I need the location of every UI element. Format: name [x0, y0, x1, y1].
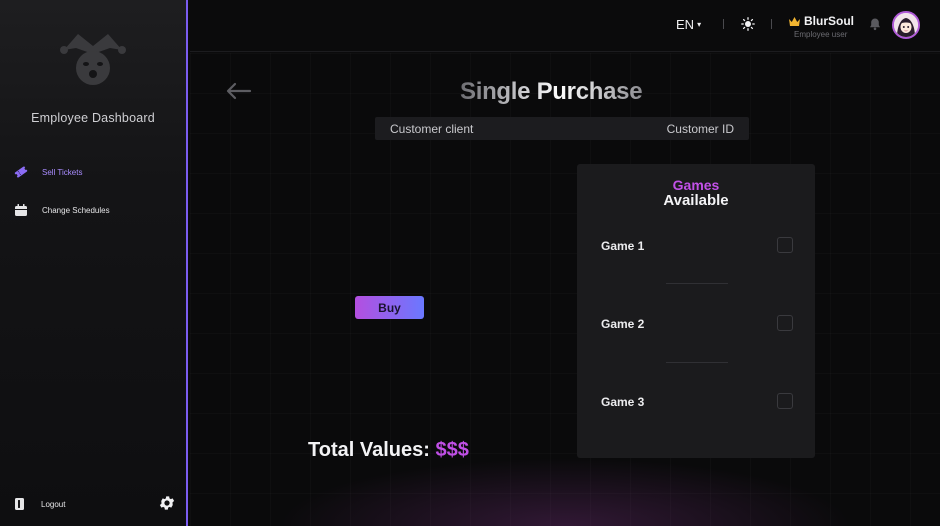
game-name: Game 3 [601, 395, 645, 409]
jester-logo-icon [60, 34, 126, 85]
games-heading: Games [672, 177, 720, 193]
back-arrow-icon[interactable] [226, 82, 252, 100]
total-value: $$$ [435, 439, 469, 461]
customer-info-bar: Customer client Customer ID [375, 117, 749, 140]
calendar-icon [15, 204, 27, 216]
page-title: Single Purchase [460, 78, 643, 105]
buy-button[interactable]: Buy [355, 296, 424, 319]
language-selector[interactable]: EN ▾ [676, 17, 701, 32]
game-name: Game 2 [601, 317, 645, 331]
language-label: EN [676, 17, 695, 32]
crown-icon [789, 17, 800, 26]
sun-icon[interactable] [741, 17, 755, 31]
logout-label: Logout [41, 499, 66, 509]
sidebar-item-change-schedules[interactable]: Change Schedules [14, 200, 110, 220]
avatar-image [894, 13, 918, 37]
sidebar-item-label: Sell Tickets [42, 167, 83, 177]
logout-icon [15, 498, 24, 510]
customer-id-label: Customer ID [666, 122, 734, 136]
total-label: Total Values: [308, 439, 430, 461]
game-checkbox[interactable] [777, 393, 793, 409]
customer-client-label: Customer client [390, 122, 474, 136]
list-item: Game 2 [601, 314, 793, 334]
total-values: Total Values: $$$ [308, 439, 469, 462]
divider [723, 19, 724, 29]
gear-icon[interactable] [158, 494, 176, 512]
top-bar: EN ▾ BlurSoul Employee user [190, 0, 940, 52]
dashboard-title: Employee Dashboard [31, 111, 155, 125]
chevron-down-icon: ▾ [697, 20, 702, 29]
available-heading: Available [663, 192, 729, 209]
sidebar: Employee Dashboard Sell Tickets Change S… [0, 0, 188, 526]
bell-icon[interactable] [868, 17, 882, 31]
games-available-panel: Games Available Game 1 Game 2 Game 3 [577, 164, 815, 458]
list-item: Game 1 [601, 236, 793, 256]
game-checkbox[interactable] [777, 237, 793, 253]
divider [666, 362, 728, 363]
sidebar-item-sell-tickets[interactable]: Sell Tickets [14, 162, 82, 182]
game-name: Game 1 [601, 239, 645, 253]
logout-button[interactable]: Logout [14, 495, 65, 513]
divider [771, 19, 772, 29]
ticket-icon [14, 166, 28, 178]
username: BlurSoul [804, 14, 854, 28]
list-item: Game 3 [601, 392, 793, 412]
avatar[interactable] [892, 11, 920, 39]
game-checkbox[interactable] [777, 315, 793, 331]
divider [666, 283, 728, 284]
sidebar-item-label: Change Schedules [42, 205, 110, 215]
main-content: Single Purchase Customer client Customer… [190, 53, 940, 526]
user-role: Employee user [794, 30, 848, 39]
